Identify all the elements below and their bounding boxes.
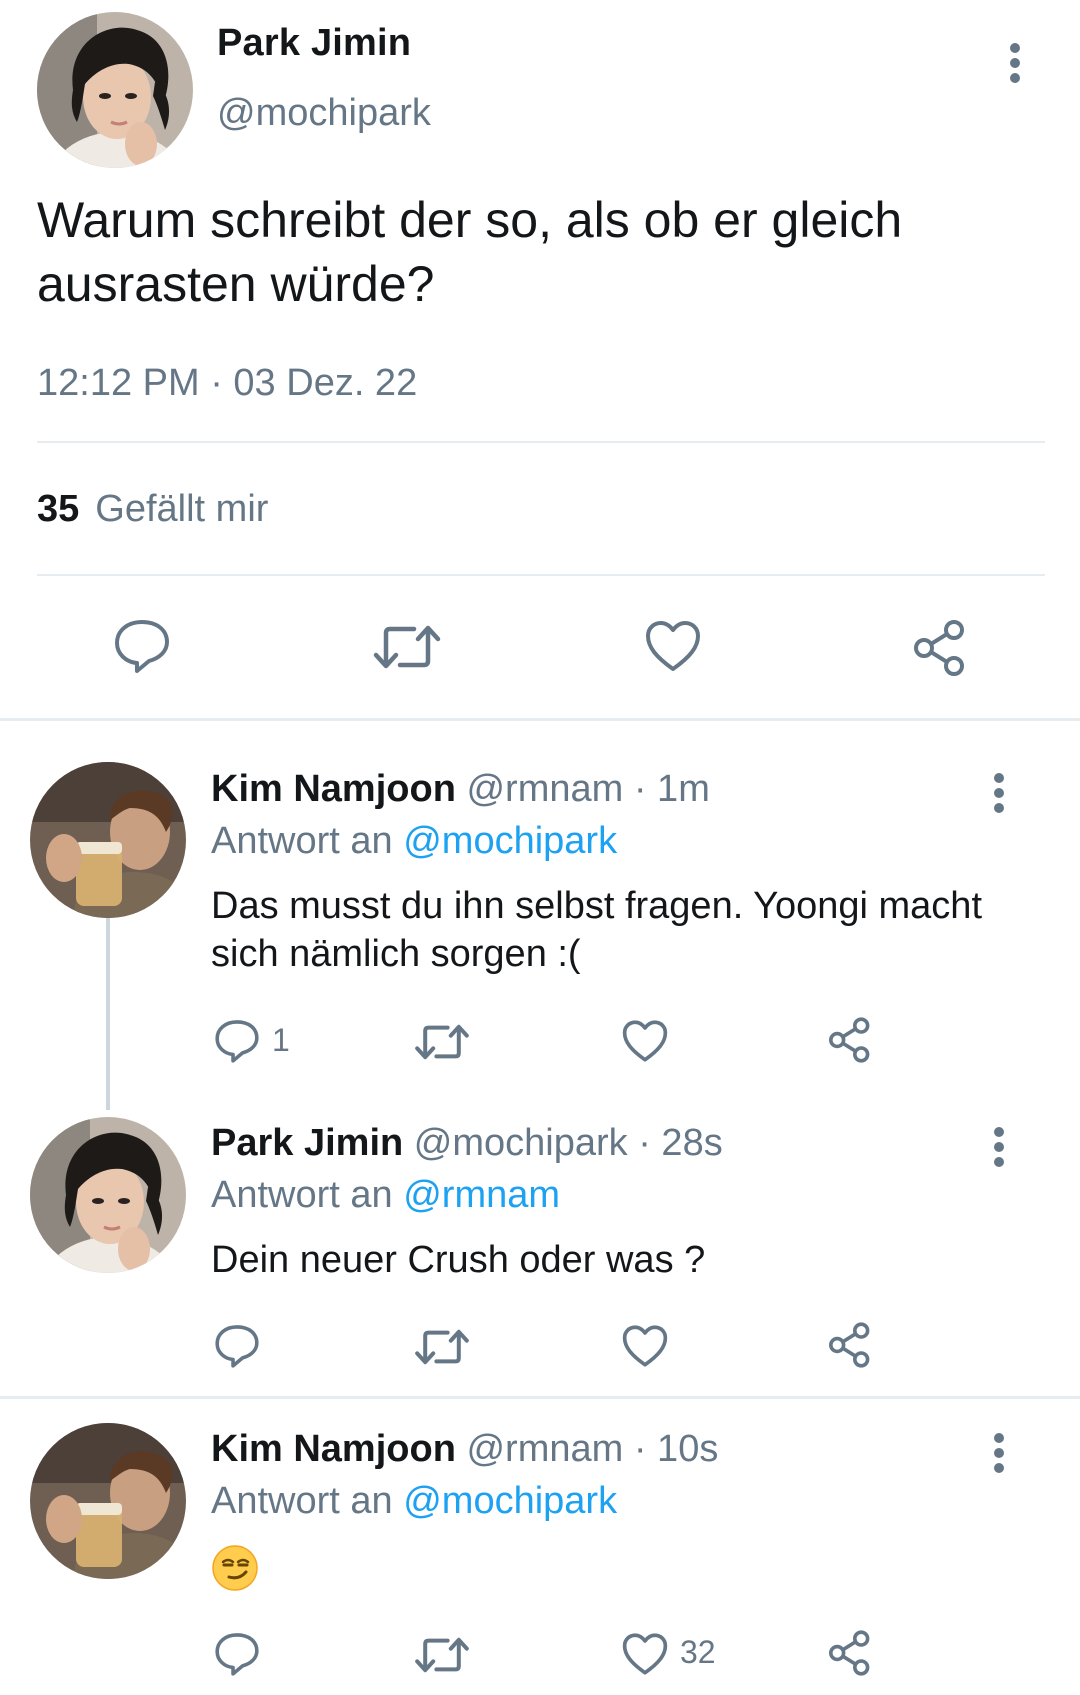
like-count: 32 [680, 1634, 716, 1670]
share-icon[interactable] [910, 618, 970, 678]
reply-count: 1 [272, 1022, 290, 1058]
more-options-icon[interactable] [984, 770, 1014, 820]
reply-to-link[interactable]: @mochipark [403, 820, 617, 862]
reply-to-line: Antwort an @mochipark [211, 820, 617, 863]
share-icon[interactable] [826, 1629, 874, 1677]
main-author-avatar[interactable] [37, 12, 193, 168]
more-options-icon[interactable] [1000, 40, 1030, 90]
main-author-handle[interactable]: @mochipark [217, 92, 431, 135]
more-options-icon[interactable] [984, 1124, 1014, 1174]
section-divider [0, 718, 1080, 721]
more-options-icon[interactable] [984, 1430, 1014, 1480]
reply-to-line: Antwort an @mochipark [211, 1480, 617, 1523]
reply-prefix: Antwort an [211, 1480, 393, 1522]
like-icon[interactable] [621, 1324, 669, 1368]
reply-author-handle[interactable]: @mochipark [414, 1122, 628, 1164]
divider [37, 574, 1045, 576]
reply-author-name[interactable]: Kim Namjoon [211, 1428, 456, 1470]
retweet-icon[interactable] [414, 1021, 470, 1063]
likes-label: Gefällt mir [95, 488, 269, 530]
likes-count: 35 [37, 488, 80, 530]
reply-author-name[interactable]: Park Jimin [211, 1122, 403, 1164]
reply-icon[interactable] [113, 618, 171, 674]
retweet-icon[interactable] [414, 1634, 470, 1676]
reply-icon[interactable] [214, 1323, 260, 1369]
reply-text: Dein neuer Crush oder was ? [211, 1239, 706, 1281]
share-icon[interactable] [826, 1016, 874, 1064]
reply-time: · 28s [638, 1122, 723, 1164]
retweet-icon[interactable] [372, 621, 442, 673]
reply-time: · 10s [633, 1428, 719, 1470]
reply-author-avatar[interactable] [30, 1423, 186, 1579]
reply-header: Kim Namjoon @rmnam · 10s [211, 1428, 718, 1471]
reply-author-name[interactable]: Kim Namjoon [211, 768, 456, 810]
reply-header: Kim Namjoon @rmnam · 1m [211, 768, 710, 811]
smirking-face-emoji [211, 1544, 259, 1592]
reply-text: Das musst du ihn selbst fragen. Yoongi m… [211, 885, 983, 975]
thread-connector-line [106, 918, 110, 1110]
reply-to-link[interactable]: @rmnam [403, 1174, 560, 1216]
reply-to-link[interactable]: @mochipark [403, 1480, 617, 1522]
reply-author-handle[interactable]: @rmnam [466, 1428, 623, 1470]
like-icon[interactable] [644, 619, 702, 673]
tweet-thread-page: Park Jimin @mochipark Warum schreibt der… [0, 0, 1080, 1695]
main-tweet-text: Warum schreibt der so, als ob er gleich … [37, 192, 903, 312]
reply-prefix: Antwort an [211, 820, 393, 862]
reply-header: Park Jimin @mochipark · 28s [211, 1122, 723, 1165]
reply-author-avatar[interactable] [30, 1117, 186, 1273]
reply-icon[interactable] [214, 1631, 260, 1677]
reply-author-avatar[interactable] [30, 762, 186, 918]
divider [37, 441, 1045, 443]
like-icon[interactable] [621, 1019, 669, 1063]
main-tweet-timestamp: 12:12 PM · 03 Dez. 22 [37, 362, 418, 404]
retweet-icon[interactable] [414, 1326, 470, 1368]
reply-prefix: Antwort an [211, 1174, 393, 1216]
section-divider [0, 1396, 1080, 1399]
reply-author-handle[interactable]: @rmnam [466, 768, 623, 810]
likes-summary[interactable]: 35 Gefällt mir [37, 488, 268, 531]
main-author-name[interactable]: Park Jimin [217, 22, 411, 65]
like-icon[interactable] [621, 1632, 669, 1676]
reply-time: · 1m [633, 768, 710, 810]
reply-icon[interactable] [214, 1018, 260, 1064]
share-icon[interactable] [826, 1321, 874, 1369]
reply-to-line: Antwort an @rmnam [211, 1174, 560, 1217]
